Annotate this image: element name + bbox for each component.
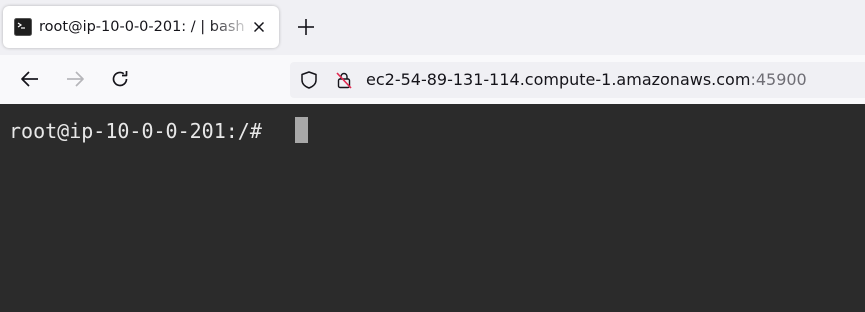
arrow-left-icon[interactable] (19, 68, 41, 90)
tab-strip: root@ip-10-0-0-201: / | bash (ip-10-0-0-… (0, 0, 865, 55)
url-bar[interactable]: ec2-54-89-131-114.compute-1.amazonaws.co… (290, 62, 865, 98)
insecure-lock-icon[interactable] (334, 70, 354, 90)
shell-prompt: root@ip-10-0-0-201:/# (9, 119, 262, 143)
navigation-toolbar: ec2-54-89-131-114.compute-1.amazonaws.co… (0, 55, 865, 104)
reload-icon[interactable] (109, 68, 131, 90)
url-port: :45900 (750, 70, 807, 89)
shield-icon[interactable] (299, 70, 319, 90)
tab-active[interactable]: root@ip-10-0-0-201: / | bash (ip-10-0-0-… (3, 6, 279, 48)
terminal-cursor (295, 117, 308, 143)
plus-icon[interactable] (294, 15, 318, 39)
url-host: ec2-54-89-131-114.compute-1.amazonaws.co… (366, 70, 751, 89)
terminal-area[interactable]: root@ip-10-0-0-201:/# (0, 104, 865, 312)
arrow-right-icon[interactable] (64, 68, 86, 90)
terminal-icon (14, 18, 32, 36)
tab-title: root@ip-10-0-0-201: / | bash (ip-10-0-0-… (39, 19, 253, 35)
url-text[interactable]: ec2-54-89-131-114.compute-1.amazonaws.co… (366, 70, 807, 90)
close-icon[interactable] (250, 18, 268, 36)
